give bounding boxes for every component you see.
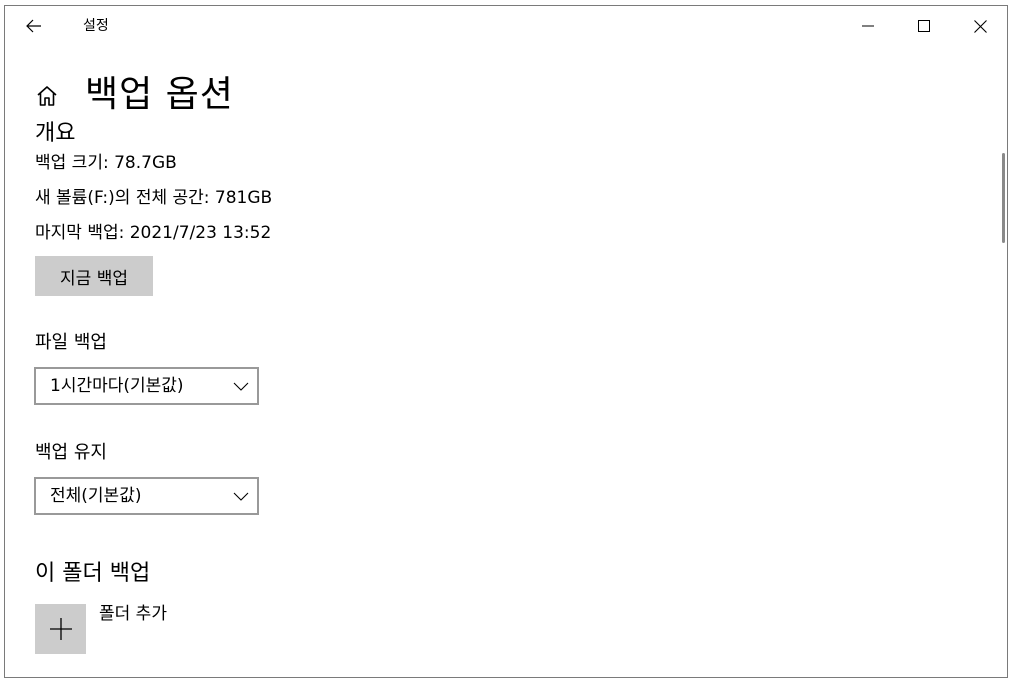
chevron-down-icon	[233, 492, 249, 501]
backup-now-button[interactable]: 지금 백업	[35, 256, 153, 296]
app-title: 설정	[83, 18, 109, 34]
arrow-left-icon	[26, 19, 41, 33]
settings-window: 설정 백업 옵션 개요 백업 크기: 78.7GB 새 볼륨(F:)의 전체 공…	[4, 5, 1008, 678]
title-bar: 설정	[5, 6, 1007, 46]
total-space-text: 새 볼륨(F:)의 전체 공간: 781GB	[35, 188, 273, 208]
home-button[interactable]	[35, 84, 61, 110]
add-folder-label[interactable]: 폴더 추가	[99, 603, 167, 625]
maximize-icon	[918, 20, 930, 32]
close-button[interactable]	[957, 6, 1003, 46]
keep-backups-dropdown[interactable]: 전체(기본값)	[34, 477, 259, 515]
keep-backups-selected-value: 전체(기본값)	[50, 486, 142, 506]
scrollbar-thumb[interactable]	[1002, 153, 1005, 243]
minimize-button[interactable]	[845, 6, 891, 46]
last-backup-text: 마지막 백업: 2021/7/23 13:52	[35, 223, 272, 243]
minimize-icon	[862, 25, 874, 27]
chevron-down-icon	[233, 382, 249, 391]
page-title: 백업 옵션	[85, 74, 234, 115]
close-icon	[973, 19, 987, 33]
backup-size-text: 백업 크기: 78.7GB	[35, 153, 177, 173]
plus-icon	[49, 618, 72, 640]
back-button[interactable]	[15, 10, 53, 42]
file-backup-dropdown[interactable]: 1시간마다(기본값)	[34, 367, 259, 405]
folders-heading: 이 폴더 백업	[35, 561, 151, 586]
file-backup-label: 파일 백업	[35, 332, 107, 353]
keep-backups-label: 백업 유지	[35, 442, 107, 463]
home-icon	[37, 86, 57, 106]
maximize-button[interactable]	[901, 6, 947, 46]
overview-heading: 개요	[35, 121, 76, 146]
file-backup-selected-value: 1시간마다(기본값)	[50, 376, 184, 396]
add-folder-button[interactable]	[35, 604, 86, 654]
